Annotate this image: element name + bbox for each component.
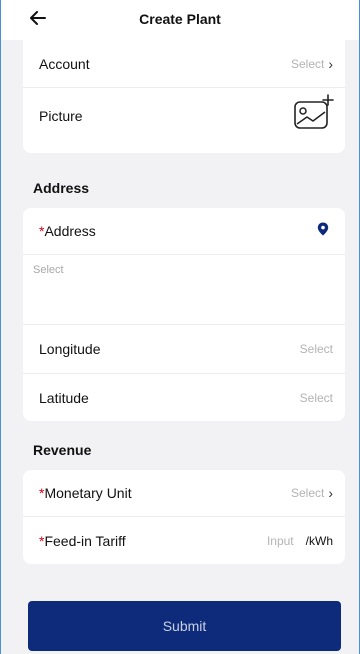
account-select[interactable]: Select › bbox=[291, 57, 333, 71]
address-label: *Address bbox=[39, 223, 96, 239]
latitude-label: Latitude bbox=[39, 389, 89, 406]
address-label-text: Address bbox=[44, 223, 96, 239]
feed-in-tariff-label-text: Feed-in Tariff bbox=[44, 532, 126, 549]
address-input[interactable]: Select bbox=[23, 255, 345, 324]
monetary-unit-label: *Monetary Unit bbox=[39, 485, 132, 501]
chevron-right-icon: › bbox=[328, 55, 333, 72]
location-pin-button[interactable] bbox=[317, 222, 329, 241]
monetary-unit-label-text: Monetary Unit bbox=[44, 485, 132, 501]
revenue-card: *Monetary Unit Select › *Feed-in Tariff … bbox=[23, 470, 345, 564]
chevron-right-icon: › bbox=[328, 485, 333, 501]
add-picture-icon bbox=[294, 94, 334, 129]
feed-in-tariff-field: Input /kWh bbox=[267, 534, 333, 548]
feed-in-tariff-input[interactable]: Input bbox=[267, 534, 294, 548]
monetary-unit-select[interactable]: Select › bbox=[291, 486, 333, 500]
account-label: Account bbox=[39, 55, 90, 72]
tariff-unit: /kWh bbox=[305, 533, 333, 548]
app-header: Create Plant bbox=[0, 0, 360, 40]
basic-info-card: Account Select › Picture bbox=[23, 40, 345, 153]
add-picture-button[interactable] bbox=[293, 94, 335, 135]
latitude-value[interactable]: Select bbox=[300, 391, 333, 405]
address-card: *Address Select Longitude Select Latitud… bbox=[23, 208, 345, 421]
submit-button[interactable]: Submit bbox=[28, 601, 341, 651]
latitude-row[interactable]: Latitude Select bbox=[23, 374, 345, 421]
page-title: Create Plant bbox=[139, 11, 221, 27]
revenue-section-title: Revenue bbox=[33, 442, 92, 458]
picture-label: Picture bbox=[39, 107, 83, 124]
monetary-unit-row[interactable]: *Monetary Unit Select › bbox=[23, 470, 345, 516]
monetary-unit-value: Select bbox=[290, 486, 325, 500]
location-pin-icon bbox=[317, 222, 329, 236]
account-row[interactable]: Account Select › bbox=[23, 40, 345, 87]
longitude-label: Longitude bbox=[39, 341, 101, 357]
address-row[interactable]: *Address bbox=[23, 208, 345, 254]
feed-in-tariff-label: *Feed-in Tariff bbox=[39, 533, 126, 549]
address-placeholder: Select bbox=[33, 264, 64, 276]
picture-row[interactable]: Picture bbox=[23, 88, 345, 143]
address-section-title: Address bbox=[33, 180, 90, 196]
feed-in-tariff-row: *Feed-in Tariff Input /kWh bbox=[23, 517, 345, 564]
account-value: Select bbox=[290, 56, 325, 71]
longitude-row[interactable]: Longitude Select bbox=[23, 325, 345, 373]
longitude-value[interactable]: Select bbox=[300, 342, 333, 356]
